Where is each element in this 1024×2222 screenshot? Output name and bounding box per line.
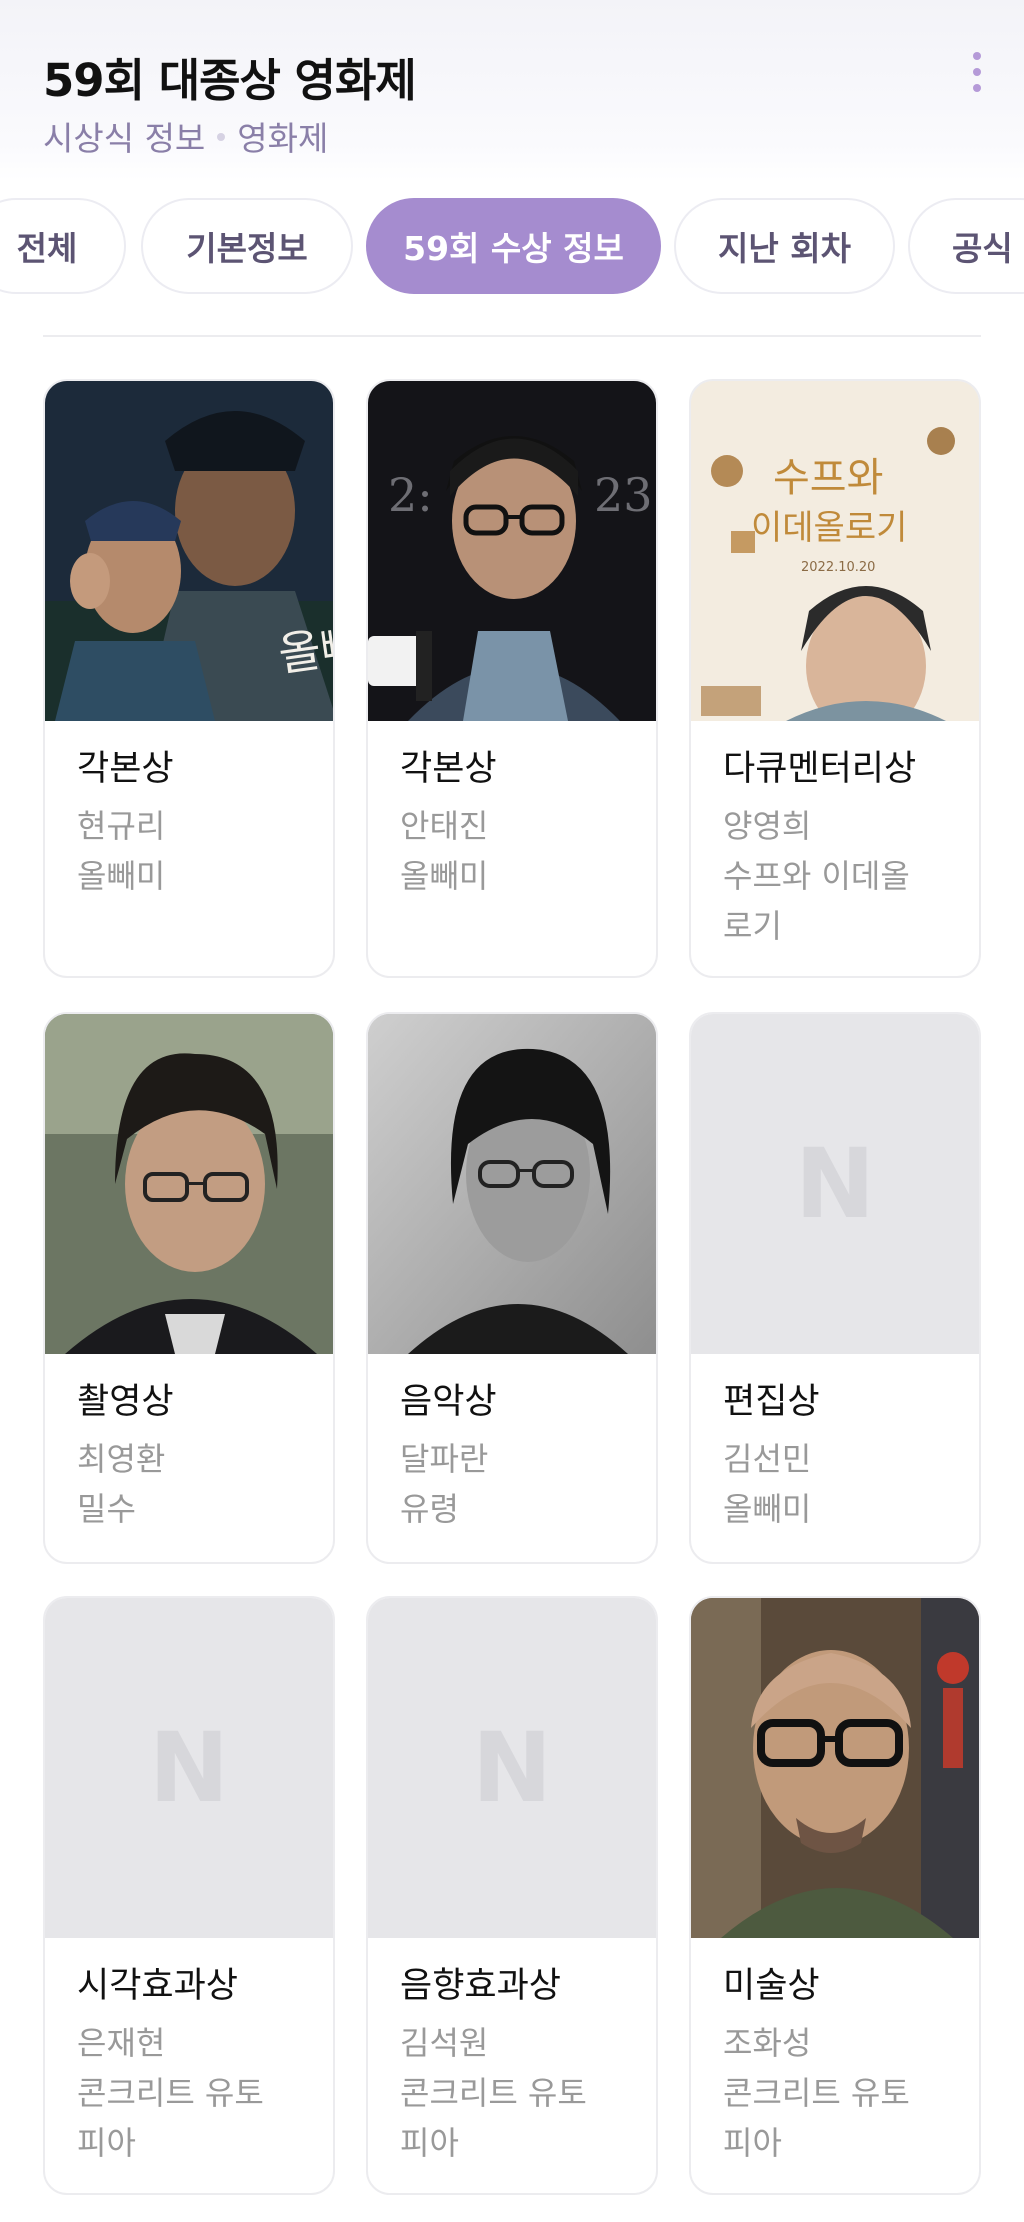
work-title: 올빼미: [77, 857, 166, 895]
work-title-cont: 피아: [400, 2124, 459, 2162]
poster-date: 2022.10.20: [801, 560, 875, 575]
winner-name: 김선민: [723, 1440, 812, 1478]
separator-dot: [217, 132, 226, 141]
winner-name: 달파란: [400, 1440, 489, 1478]
award-name: 시각효과상: [77, 1966, 239, 2006]
award-name: 각본상: [400, 749, 497, 789]
work-title: 콘크리트 유토: [77, 2074, 264, 2112]
work-title-cont: 피아: [723, 2124, 782, 2162]
tab-official[interactable]: 공식: [908, 198, 1024, 294]
work-title: 올빼미: [400, 857, 489, 895]
work-title: 콘크리트 유토: [400, 2074, 587, 2112]
award-name: 각본상: [77, 749, 174, 789]
award-name: 미술상: [723, 1966, 820, 2006]
tab-all[interactable]: 전체: [0, 198, 126, 294]
winner-name: 은재현: [77, 2024, 166, 2062]
tab-bar: 전체 기본정보 59회 수상 정보 지난 회차 공식: [0, 198, 1024, 294]
tab-past-editions[interactable]: 지난 회차: [674, 198, 895, 294]
winner-photo: [691, 1598, 979, 1938]
award-card[interactable]: 2: 23 각본상 안태진 올빼미: [366, 379, 658, 978]
award-card[interactable]: 올빼미 각본상 현규리 올빼미: [43, 379, 335, 978]
backdrop-text-left: 2:: [388, 468, 433, 522]
poster-image: 올빼미: [45, 381, 333, 721]
backdrop-text-right: 23: [594, 468, 653, 522]
award-name: 음악상: [400, 1382, 497, 1422]
award-name: 촬영상: [77, 1382, 174, 1422]
winner-name: 조화성: [723, 2024, 812, 2062]
award-card[interactable]: N 편집상 김선민 올빼미: [689, 1012, 981, 1564]
winner-photo: [368, 1014, 656, 1354]
naver-logo-icon: N: [471, 1712, 553, 1824]
work-title: 밀수: [77, 1490, 136, 1528]
award-card[interactable]: 수프와 이데올로기 2022.10.20 다큐멘터리상 양영희 수프와 이데올 …: [689, 379, 981, 978]
award-name: 음향효과상: [400, 1966, 562, 2006]
work-title-cont: 피아: [77, 2124, 136, 2162]
placeholder-image: N: [45, 1598, 333, 1938]
poster-image: 수프와 이데올로기 2022.10.20: [691, 381, 979, 721]
header: 59회 대종상 영화제 시상식 정보 영화제: [0, 0, 1024, 180]
work-title: 올빼미: [723, 1490, 812, 1528]
tab-basic-info[interactable]: 기본정보: [141, 198, 353, 294]
award-card[interactable]: N 음향효과상 김석원 콘크리트 유토 피아: [366, 1596, 658, 2195]
work-title-cont: 로기: [723, 907, 782, 945]
poster-title-1: 수프와: [773, 455, 883, 501]
tab-59th-awards[interactable]: 59회 수상 정보: [366, 198, 661, 294]
placeholder-image: N: [368, 1598, 656, 1938]
winner-name: 안태진: [400, 807, 489, 845]
winner-name: 최영환: [77, 1440, 166, 1478]
winner-name: 양영희: [723, 807, 812, 845]
naver-logo-icon: N: [794, 1128, 876, 1240]
award-card[interactable]: 촬영상 최영환 밀수: [43, 1012, 335, 1564]
page-subtitle: 시상식 정보 영화제: [43, 112, 328, 160]
placeholder-image: N: [691, 1014, 979, 1354]
subtitle-category: 시상식 정보: [43, 119, 206, 158]
divider: [43, 335, 981, 337]
poster-title-2: 이데올로기: [751, 508, 907, 548]
winner-name: 김석원: [400, 2024, 489, 2062]
award-card[interactable]: 미술상 조화성 콘크리트 유토 피아: [689, 1596, 981, 2195]
award-name: 다큐멘터리상: [723, 749, 917, 789]
naver-logo-icon: N: [148, 1712, 230, 1824]
winner-name: 현규리: [77, 807, 166, 845]
work-title: 콘크리트 유토: [723, 2074, 910, 2112]
award-name: 편집상: [723, 1382, 820, 1422]
award-card[interactable]: N 시각효과상 은재현 콘크리트 유토 피아: [43, 1596, 335, 2195]
more-options-icon[interactable]: [962, 48, 992, 96]
work-title: 유령: [400, 1490, 459, 1528]
winner-photo: [45, 1014, 333, 1354]
winner-photo: 2: 23: [368, 381, 656, 721]
page-title: 59회 대종상 영화제: [43, 54, 417, 107]
subtitle-type: 영화제: [237, 119, 329, 158]
work-title: 수프와 이데올: [723, 857, 910, 895]
award-card[interactable]: 음악상 달파란 유령: [366, 1012, 658, 1564]
